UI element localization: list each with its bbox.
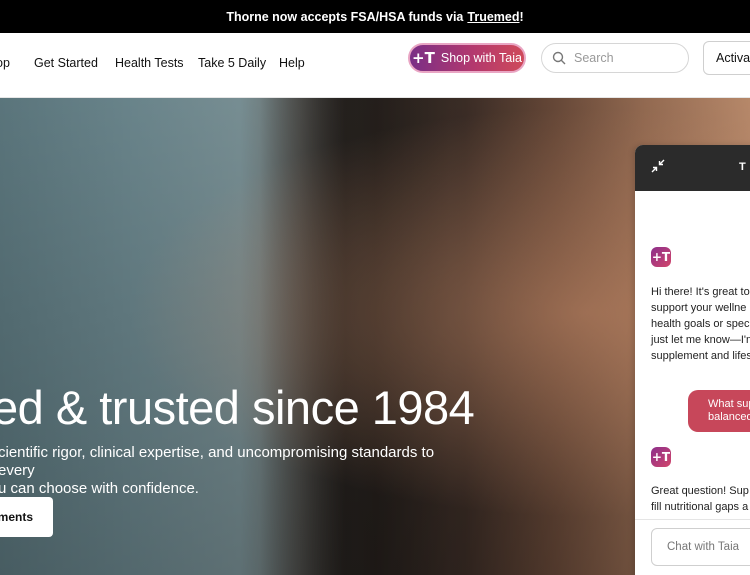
- truemed-link[interactable]: Truemed: [467, 10, 519, 24]
- main-nav: op Get Started Health Tests Take 5 Daily…: [0, 33, 750, 98]
- taia-icon: +T: [412, 49, 435, 67]
- nav-item-take-5-daily[interactable]: Take 5 Daily: [198, 56, 266, 70]
- taia-avatar-icon: +T: [651, 447, 671, 467]
- activate-label: Activat: [716, 51, 750, 65]
- chat-input-placeholder: Chat with Taia: [667, 541, 740, 553]
- activate-button[interactable]: Activat: [703, 41, 750, 75]
- nav-item-shop[interactable]: op: [0, 56, 10, 70]
- user-message: What sup balanced: [688, 390, 750, 432]
- user-message-line: What sup: [708, 398, 750, 410]
- shop-with-taia-label: Shop with Taia: [440, 51, 522, 65]
- promo-banner: Thorne now accepts FSA/HSA funds via Tru…: [0, 0, 750, 33]
- assistant-message-2: Great question! Sup fill nutritional gap…: [651, 483, 749, 515]
- search-box[interactable]: [541, 43, 689, 73]
- chat-divider: [635, 519, 750, 520]
- collapse-arrows-icon: [651, 159, 665, 173]
- search-icon: [552, 51, 566, 65]
- hero-subtitle: cientific rigor, clinical expertise, and…: [0, 444, 468, 498]
- message-line: fill nutritional gaps a: [651, 501, 749, 513]
- chat-input[interactable]: Chat with Taia: [651, 528, 750, 566]
- hero-title: ed & trusted since 1984: [0, 381, 475, 434]
- nav-item-help[interactable]: Help: [279, 56, 305, 70]
- shop-supplements-button[interactable]: ements: [0, 497, 53, 537]
- message-line: Hi there! It's great to: [651, 286, 750, 298]
- message-line: Great question! Sup: [651, 485, 749, 497]
- hero-cta-label: ements: [0, 510, 33, 524]
- assistant-message-1: Hi there! It's great to support your wel…: [651, 284, 750, 364]
- nav-item-get-started[interactable]: Get Started: [34, 56, 98, 70]
- message-line: just let me know—I'm: [651, 334, 750, 346]
- hero-subtitle-line-2: u can choose with confidence.: [0, 480, 199, 497]
- chat-brand: T: [739, 161, 747, 173]
- search-input[interactable]: [574, 51, 674, 65]
- collapse-icon[interactable]: [651, 159, 665, 176]
- message-line: support your wellne: [651, 302, 747, 314]
- taia-avatar-icon: +T: [651, 247, 671, 267]
- chat-header: T: [635, 145, 750, 191]
- shop-with-taia-button[interactable]: +T Shop with Taia: [408, 43, 526, 73]
- user-message-line: balanced: [708, 411, 750, 423]
- nav-item-health-tests[interactable]: Health Tests: [115, 56, 184, 70]
- promo-suffix: !: [519, 9, 524, 24]
- message-line: supplement and lifes: [651, 350, 750, 362]
- chat-panel: T +T Hi there! It's great to support you…: [635, 145, 750, 575]
- message-line: health goals or spec: [651, 318, 750, 330]
- promo-text: Thorne now accepts FSA/HSA funds via: [226, 9, 464, 24]
- hero-subtitle-line-1: cientific rigor, clinical expertise, and…: [0, 444, 435, 479]
